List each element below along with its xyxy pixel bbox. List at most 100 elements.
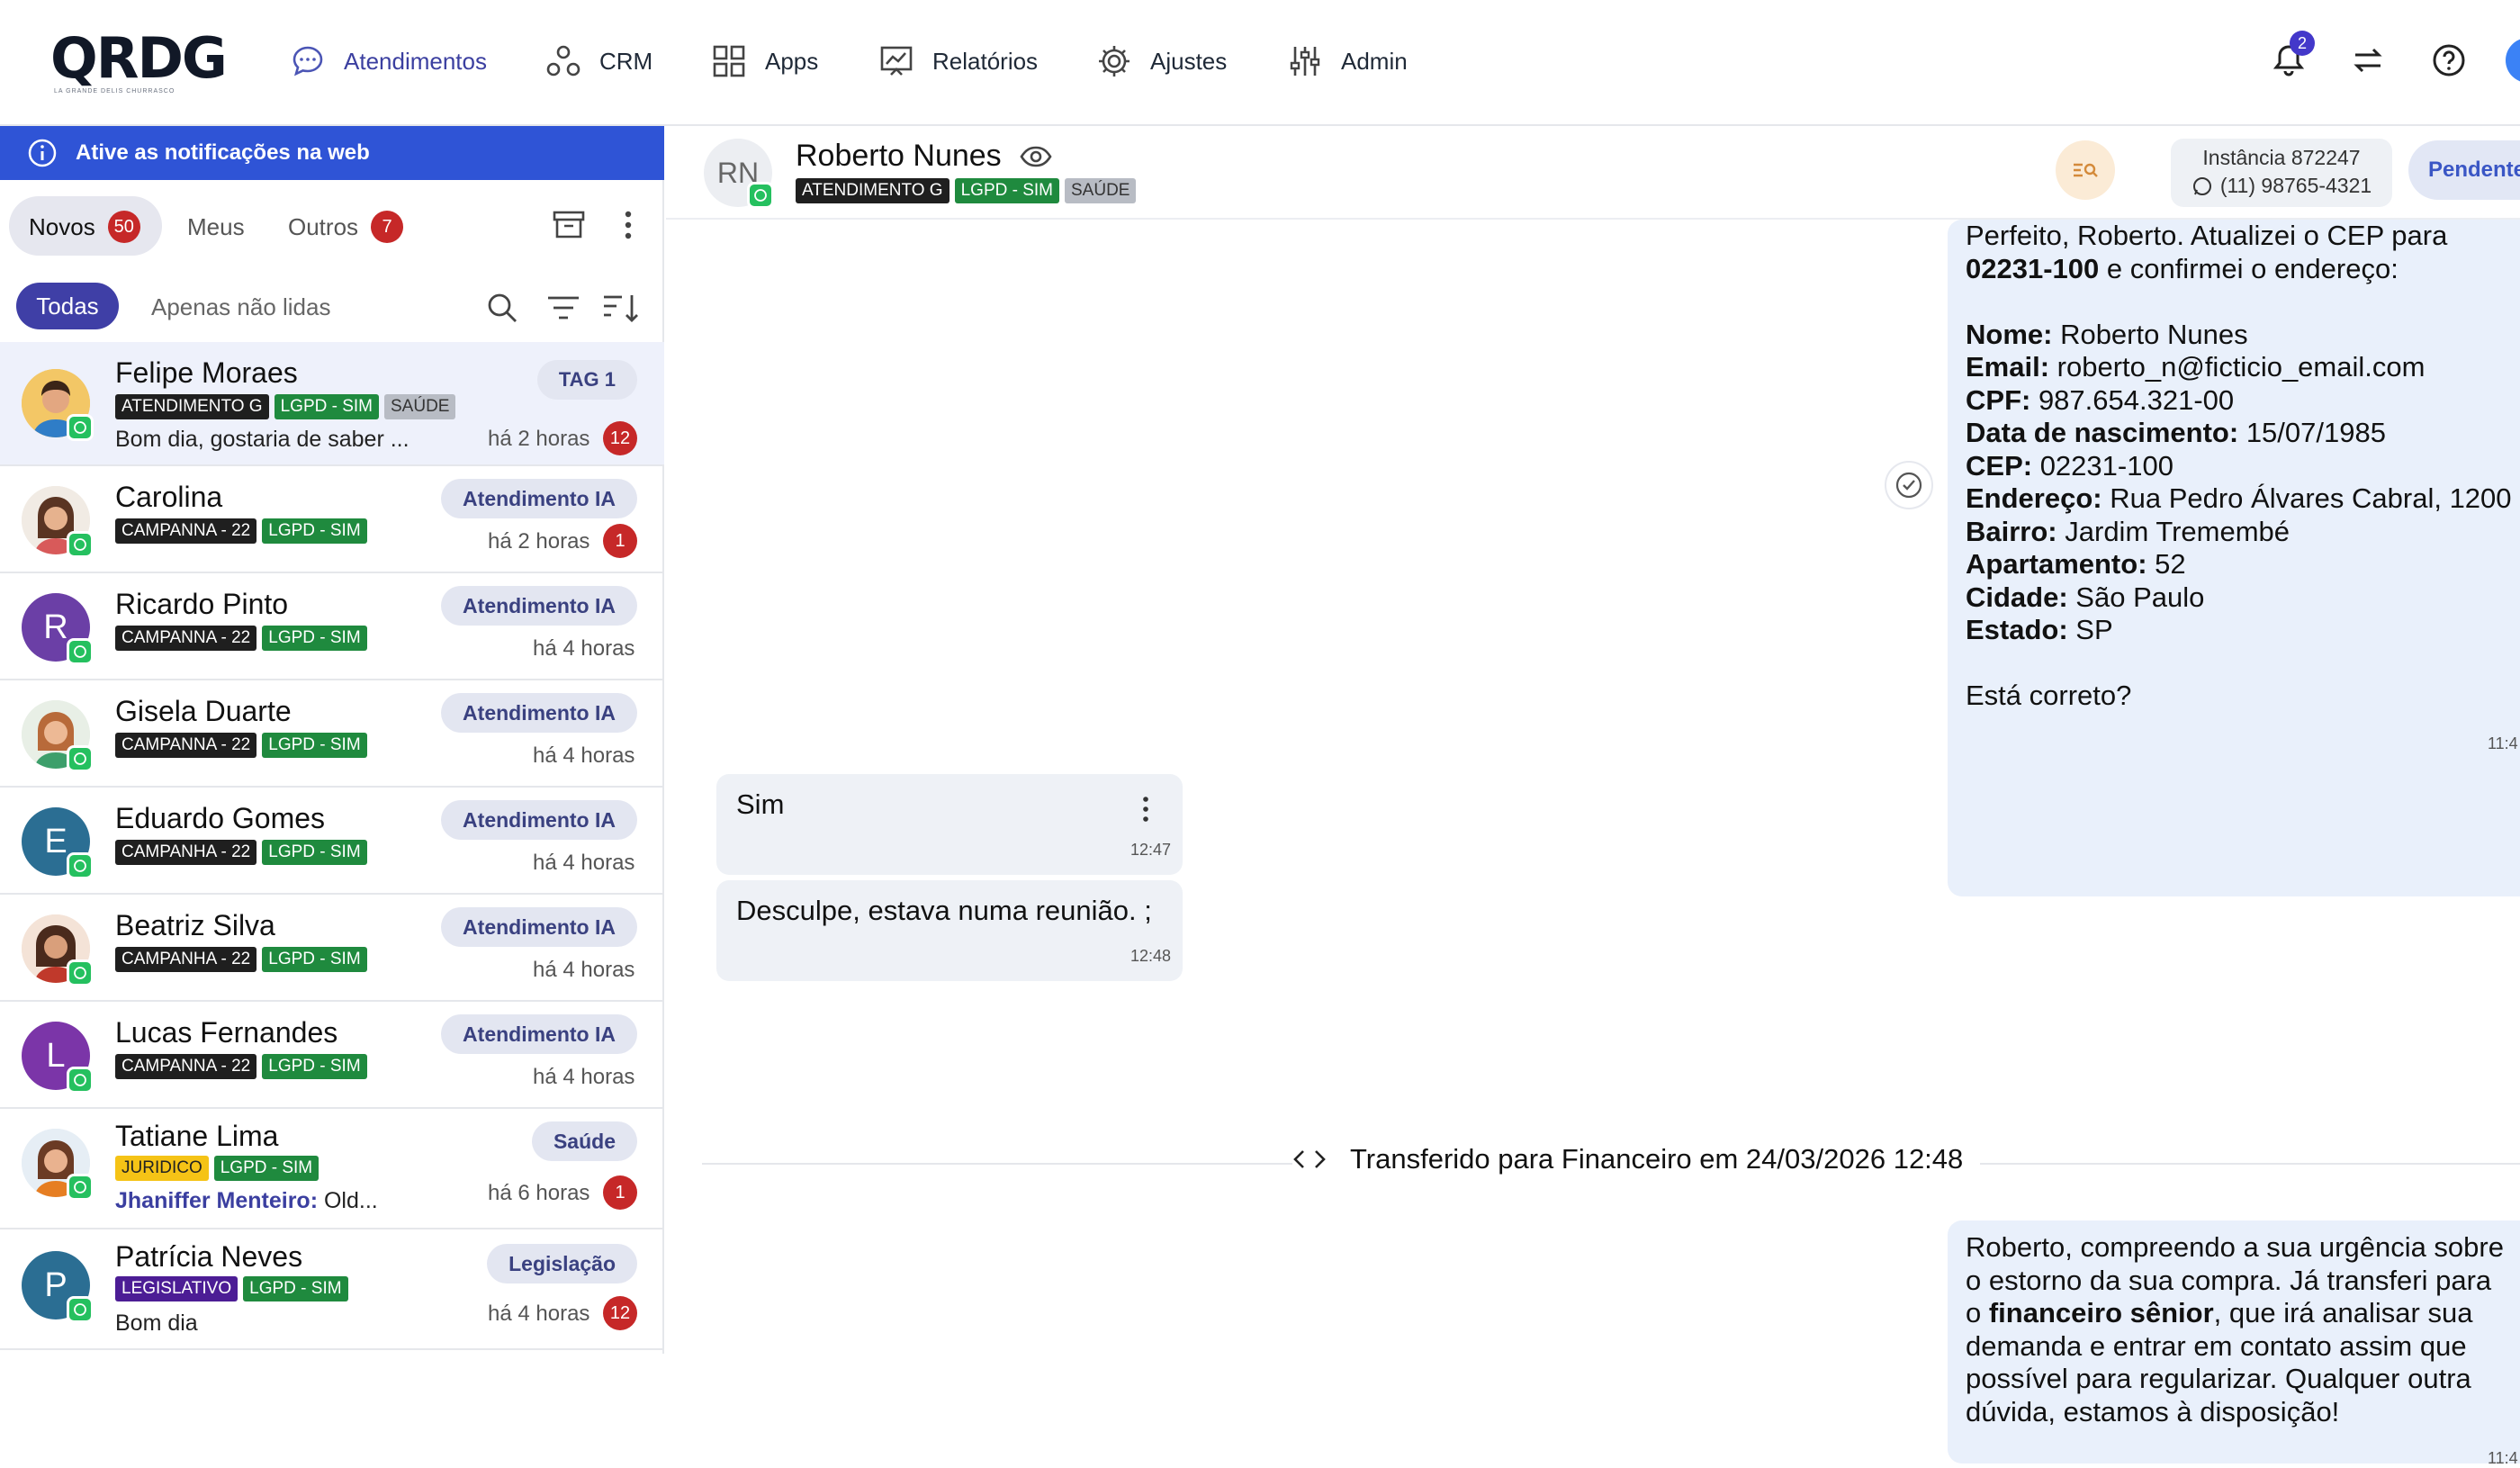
tag: LGPD - SIM — [274, 394, 379, 419]
sort-button[interactable] — [601, 288, 641, 328]
preview-sender: Jhaniffer Menteiro: — [115, 1188, 319, 1213]
code-brackets-icon — [1292, 1148, 1327, 1170]
notification-banner[interactable]: Ative as notificações na web — [0, 126, 664, 180]
tag: LGPD - SIM — [213, 1156, 320, 1181]
tab-novos[interactable]: Novos 50 — [29, 209, 140, 245]
field-line: CPF: 987.654.321-00 — [1966, 384, 2520, 418]
brand-logo[interactable]: QRDG LA GRANDE DELIS CHURRASCO — [50, 31, 228, 95]
unread-badge: 12 — [603, 421, 637, 455]
contact-name: Beatriz Silva — [115, 909, 275, 941]
unread-badge: 1 — [603, 1175, 637, 1210]
contact-row[interactable]: E Eduardo Gomes CAMPANHA - 22 LGPD - SIM… — [0, 788, 664, 895]
queue-pill: Atendimento IA — [441, 693, 637, 733]
message-bold: financeiro sênior — [1988, 1297, 2214, 1328]
instance-info: Instância 872247 (11) 98765-4321 — [2171, 139, 2392, 207]
field-key: CEP: — [1966, 449, 2033, 482]
nav-relatorios[interactable]: Relatórios — [878, 40, 1038, 83]
avatar — [22, 486, 94, 558]
field-line: CEP: 02231-100 — [1966, 450, 2520, 483]
field-value: 52 — [2146, 548, 2186, 580]
filter-unread-button[interactable]: Apenas não lidas — [151, 293, 330, 321]
queue-pill: Atendimento IA — [441, 479, 637, 518]
tag: ATENDIMENTO G — [115, 394, 269, 419]
contact-row[interactable]: Carolina CAMPANNA - 22 LGPD - SIM Atendi… — [0, 466, 664, 573]
avatar: L — [22, 1022, 94, 1094]
search-messages-button[interactable] — [2056, 140, 2115, 200]
contact-name: Tatiane Lima — [115, 1120, 279, 1152]
contact-row[interactable]: Beatriz Silva CAMPANHA - 22 LGPD - SIM A… — [0, 895, 664, 1002]
contact-row[interactable]: R Ricardo Pinto CAMPANNA - 22 LGPD - SIM… — [0, 573, 664, 680]
timestamp: há 4 horas — [533, 1065, 635, 1089]
transfer-text: Transferido para Financeiro em 24/03/202… — [1350, 1143, 1964, 1175]
queue-pill: Atendimento IA — [441, 907, 637, 947]
unread-badge: 1 — [603, 524, 637, 558]
crm-icon — [545, 43, 581, 79]
field-line: Email: roberto_n@ficticio_email.com — [1966, 351, 2520, 384]
nav-apps[interactable]: Apps — [711, 40, 818, 83]
tag-list: CAMPANNA - 22 LGPD - SIM — [115, 1054, 367, 1079]
contact-row[interactable]: P Patrícia Neves LEGISLATIVO LGPD - SIM … — [0, 1229, 664, 1350]
read-check-icon — [1885, 461, 1933, 509]
nav-ajustes[interactable]: Ajustes — [1096, 40, 1227, 83]
field-value: 15/07/1985 — [2238, 417, 2386, 448]
avatar: P — [22, 1251, 94, 1323]
message-body: Perfeito, Roberto. Atualizei o CEP para … — [1966, 220, 2520, 713]
contact-row[interactable]: Gisela Duarte CAMPANNA - 22 LGPD - SIM A… — [0, 680, 664, 788]
timestamp: há 4 horas — [533, 851, 635, 875]
transfer-notice: Transferido para Financeiro em 24/03/202… — [1292, 1143, 1963, 1175]
contact-name: Ricardo Pinto — [115, 588, 289, 620]
archive-button[interactable] — [549, 205, 589, 245]
contact-row[interactable]: Tatiane Lima JURIDICO LGPD - SIM Jhaniff… — [0, 1109, 664, 1229]
message-line: o financeiro sênior, que irá analisar su… — [1966, 1297, 2520, 1330]
whatsapp-icon — [67, 745, 94, 772]
contact-avatar[interactable]: RN — [704, 139, 774, 209]
sliders-icon — [1287, 43, 1323, 79]
info-icon — [27, 138, 58, 168]
tag: CAMPANNA - 22 — [115, 1054, 257, 1079]
apps-grid-icon — [711, 43, 747, 79]
timestamp: há 4 horas — [533, 958, 635, 982]
avatar: R — [22, 593, 94, 665]
message-time: 12:47 — [1130, 841, 1172, 859]
whatsapp-icon — [67, 1067, 94, 1094]
field-value: roberto_n@ficticio_email.com — [2049, 351, 2426, 383]
whatsapp-icon — [67, 1296, 94, 1323]
eye-icon[interactable] — [1020, 146, 1052, 167]
field-key: Cidade: — [1966, 581, 2068, 613]
field-line: Cidade: São Paulo — [1966, 581, 2520, 615]
nav-atendimentos[interactable]: Atendimentos — [290, 40, 487, 83]
instance-phone-row: (11) 98765-4321 — [2171, 174, 2392, 198]
field-key: Apartamento: — [1966, 548, 2147, 580]
unread-badge: 12 — [603, 1296, 637, 1330]
incoming-message[interactable]: Desculpe, estava numa reunião. ; 12:48 — [716, 880, 1183, 981]
queue-pill: Legislação — [487, 1244, 637, 1283]
contact-row[interactable]: L Lucas Fernandes CAMPANNA - 22 LGPD - S… — [0, 1002, 664, 1109]
queue-pill: Atendimento IA — [441, 800, 637, 840]
more-options-button[interactable] — [608, 205, 648, 245]
switch-button[interactable] — [2345, 38, 2390, 83]
status-pendente-button[interactable]: Pendente — [2408, 140, 2520, 200]
archive-icon — [552, 208, 586, 242]
avatar — [22, 1129, 94, 1201]
tag: LGPD - SIM — [262, 947, 367, 972]
filter-all-button[interactable]: Todas — [16, 283, 119, 329]
tab-meus[interactable]: Meus — [187, 209, 245, 245]
incoming-message[interactable]: Sim 12:47 — [716, 774, 1183, 875]
user-avatar[interactable] — [2506, 38, 2520, 83]
tag: LGPD - SIM — [262, 518, 367, 544]
field-value: Roberto Nunes — [2052, 318, 2248, 350]
message-text: Desculpe, estava numa reunião. ; — [736, 895, 1152, 926]
filter-button[interactable] — [544, 288, 583, 328]
tab-outros[interactable]: Outros 7 — [288, 209, 404, 245]
tag: CAMPANNA - 22 — [115, 626, 257, 651]
message-options-button[interactable] — [1141, 796, 1156, 826]
search-button[interactable] — [482, 288, 522, 328]
notifications-button[interactable]: 2 — [2266, 31, 2315, 83]
tag: CAMPANNA - 22 — [115, 733, 257, 758]
help-button[interactable] — [2426, 38, 2471, 83]
nav-crm[interactable]: CRM — [545, 40, 652, 83]
timestamp: há 4 horas — [533, 743, 635, 768]
chat-bubble-icon — [290, 43, 326, 79]
nav-admin[interactable]: Admin — [1287, 40, 1408, 83]
contact-row[interactable]: Felipe Moraes ATENDIMENTO G LGPD - SIM S… — [0, 342, 664, 466]
